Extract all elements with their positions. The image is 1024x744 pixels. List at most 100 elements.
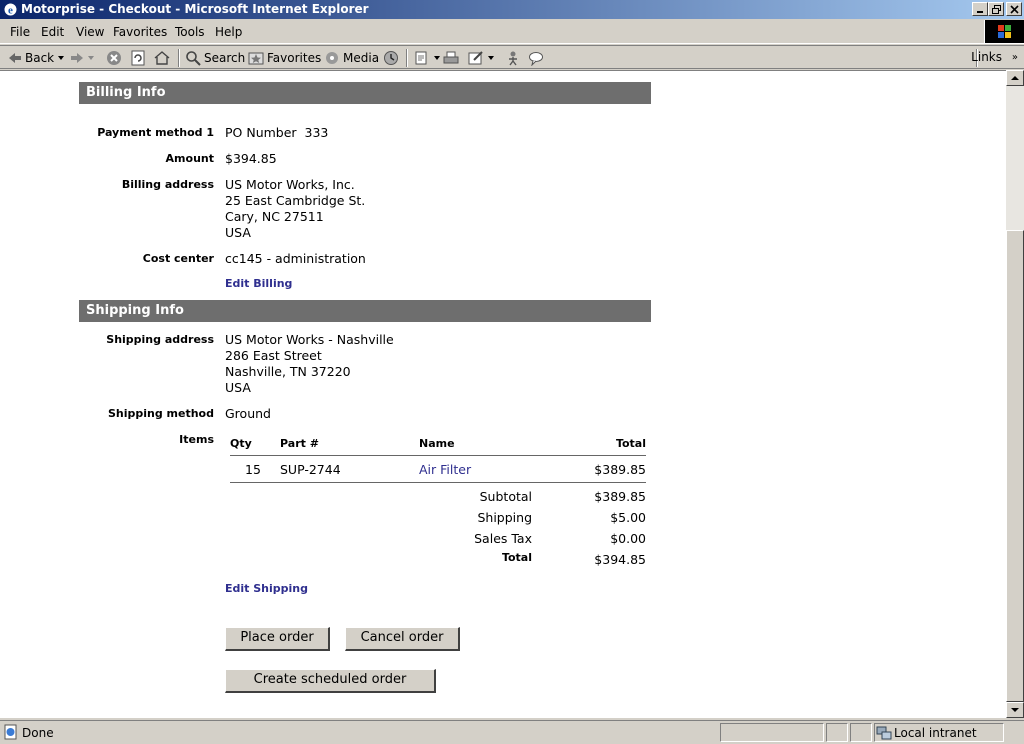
stop-button[interactable] bbox=[106, 49, 122, 67]
scroll-down-button[interactable] bbox=[1006, 702, 1024, 718]
items-label: Items bbox=[179, 433, 214, 446]
shipping-address-line: USA bbox=[225, 380, 251, 395]
stop-icon bbox=[107, 51, 121, 65]
title-bar[interactable]: e Motorprise - Checkout - Microsoft Inte… bbox=[0, 0, 1024, 19]
restore-icon bbox=[992, 5, 1001, 14]
windows-flag-icon bbox=[998, 25, 1011, 38]
row-total: $389.85 bbox=[594, 462, 646, 477]
order-total-label: Total bbox=[501, 551, 532, 564]
edit-page-button[interactable] bbox=[468, 49, 494, 67]
create-scheduled-order-button[interactable]: Create scheduled order bbox=[225, 669, 436, 693]
search-icon bbox=[186, 51, 201, 66]
links-chevron-icon[interactable]: » bbox=[1012, 52, 1018, 63]
edit-shipping-link[interactable]: Edit Shipping bbox=[225, 582, 308, 595]
status-text: Done bbox=[22, 726, 54, 740]
status-pane bbox=[826, 723, 848, 742]
payment-method-value: PO Number 333 bbox=[225, 125, 329, 140]
history-button[interactable] bbox=[383, 49, 399, 67]
edit-billing-link[interactable]: Edit Billing bbox=[225, 277, 292, 290]
shipping-address-label: Shipping address bbox=[106, 333, 214, 346]
close-button[interactable] bbox=[1006, 2, 1022, 16]
table-divider bbox=[230, 482, 646, 483]
refresh-button[interactable] bbox=[130, 49, 146, 67]
scroll-thumb[interactable] bbox=[1006, 230, 1024, 702]
amount-value: $394.85 bbox=[225, 151, 277, 166]
status-bar: Done Local intranet bbox=[0, 720, 1024, 744]
scroll-up-button[interactable] bbox=[1006, 70, 1024, 86]
toolbar-separator bbox=[178, 49, 180, 67]
amount-label: Amount bbox=[165, 152, 214, 165]
cost-center-label: Cost center bbox=[142, 252, 214, 265]
back-dropdown-icon[interactable] bbox=[58, 56, 65, 60]
home-icon bbox=[154, 51, 170, 65]
chat-bubble-icon bbox=[529, 52, 543, 66]
discuss-icon bbox=[509, 51, 517, 66]
back-label: Back bbox=[25, 51, 55, 65]
minimize-icon bbox=[977, 11, 983, 13]
subtotal-value: $389.85 bbox=[594, 489, 646, 504]
edit-page-icon bbox=[468, 51, 483, 65]
column-qty: Qty bbox=[230, 437, 252, 450]
messenger-button[interactable] bbox=[528, 49, 544, 67]
forward-arrow-icon bbox=[71, 53, 83, 63]
back-arrow-icon bbox=[9, 53, 21, 63]
arrow-down-icon bbox=[1011, 708, 1019, 712]
favorites-label: Favorites bbox=[267, 51, 322, 65]
row-qty: 15 bbox=[245, 462, 261, 477]
menu-file[interactable]: File bbox=[10, 25, 30, 39]
shipping-cost-value: $5.00 bbox=[610, 510, 646, 525]
search-button[interactable]: Search bbox=[185, 49, 245, 67]
menu-view[interactable]: View bbox=[76, 25, 104, 39]
status-pane bbox=[850, 723, 872, 742]
cancel-order-button[interactable]: Cancel order bbox=[345, 627, 460, 651]
page-done-icon bbox=[4, 724, 17, 740]
windows-logo bbox=[984, 20, 1024, 43]
favorites-button[interactable]: Favorites bbox=[248, 49, 321, 67]
media-button[interactable]: Media bbox=[324, 49, 379, 67]
toolbar-separator bbox=[406, 49, 408, 67]
payment-method-label: Payment method 1 bbox=[97, 126, 214, 139]
mail-dropdown-icon[interactable] bbox=[434, 56, 440, 60]
shipping-info-header: Shipping Info bbox=[79, 300, 651, 322]
refresh-icon bbox=[131, 50, 145, 66]
forward-dropdown-icon[interactable] bbox=[88, 56, 94, 60]
back-button[interactable]: Back bbox=[8, 49, 65, 67]
order-total-value: $394.85 bbox=[594, 552, 646, 567]
links-button[interactable]: Links bbox=[971, 50, 1002, 64]
discuss-button[interactable] bbox=[505, 49, 521, 67]
restore-button[interactable] bbox=[988, 2, 1004, 16]
mail-button[interactable] bbox=[414, 49, 440, 67]
menu-tools[interactable]: Tools bbox=[175, 25, 205, 39]
shipping-method-label: Shipping method bbox=[107, 407, 214, 420]
menu-favorites[interactable]: Favorites bbox=[113, 25, 167, 39]
edit-dropdown-icon[interactable] bbox=[488, 56, 494, 60]
billing-address-line: US Motor Works, Inc. bbox=[225, 177, 355, 192]
print-button[interactable] bbox=[443, 49, 459, 67]
svg-text:e: e bbox=[8, 5, 13, 17]
menu-edit[interactable]: Edit bbox=[41, 25, 64, 39]
history-icon bbox=[384, 51, 398, 65]
forward-button[interactable] bbox=[70, 49, 94, 67]
billing-info-header: Billing Info bbox=[79, 82, 651, 104]
media-icon bbox=[326, 52, 338, 64]
shipping-address-line: Nashville, TN 37220 bbox=[225, 364, 351, 379]
billing-address-line: USA bbox=[225, 225, 251, 240]
status-pane bbox=[720, 723, 824, 742]
table-divider bbox=[230, 455, 646, 456]
shipping-address-line: 286 East Street bbox=[225, 348, 322, 363]
ie-icon: e bbox=[4, 3, 17, 17]
mail-icon bbox=[415, 51, 427, 65]
row-item-name-link[interactable]: Air Filter bbox=[419, 462, 471, 477]
column-total: Total bbox=[615, 437, 646, 450]
billing-address-line: Cary, NC 27511 bbox=[225, 209, 324, 224]
vertical-scrollbar[interactable] bbox=[1006, 70, 1024, 718]
place-order-button[interactable]: Place order bbox=[225, 627, 330, 651]
row-part-number: SUP-2744 bbox=[280, 462, 341, 477]
print-icon bbox=[443, 51, 459, 64]
security-zone-text: Local intranet bbox=[894, 726, 977, 740]
billing-address-label: Billing address bbox=[121, 178, 214, 191]
home-button[interactable] bbox=[154, 49, 170, 67]
favorites-star-icon bbox=[248, 52, 264, 65]
minimize-button[interactable] bbox=[972, 2, 988, 16]
menu-help[interactable]: Help bbox=[215, 25, 242, 39]
